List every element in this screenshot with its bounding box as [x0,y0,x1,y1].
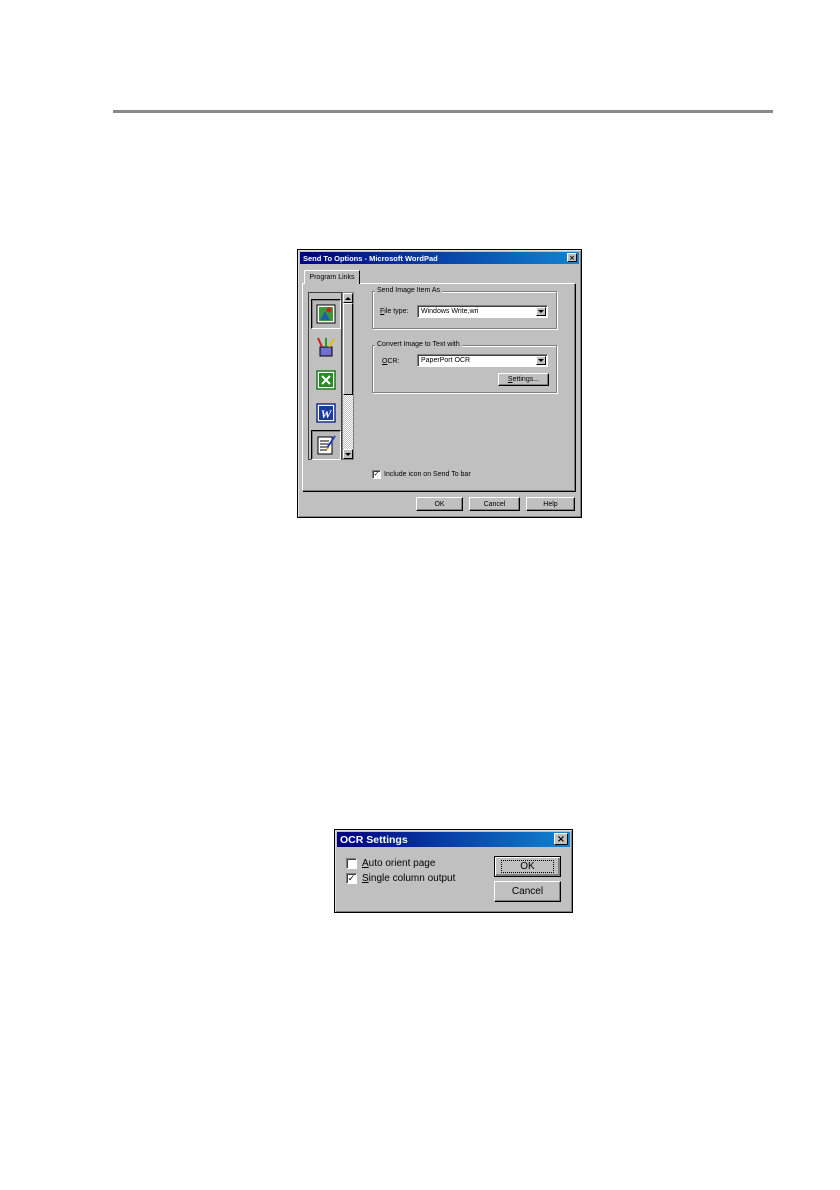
image-editor-icon [316,304,336,324]
icon-list-scrollbar[interactable] [342,292,354,460]
paint-brushes-icon [317,337,335,357]
svg-text:W: W [321,407,333,421]
ok-button[interactable]: OK [494,856,561,877]
list-item[interactable] [311,430,341,460]
tab-label: Program Links [309,274,355,281]
scroll-thumb[interactable] [343,303,353,395]
scroll-down-button[interactable] [343,449,353,459]
list-item[interactable] [311,365,341,395]
window-title: Send To Options - Microsoft WordPad [303,253,438,263]
cancel-button[interactable]: Cancel [494,881,561,902]
scroll-up-button[interactable] [343,293,353,303]
close-icon[interactable]: × [554,833,568,845]
group-label: Convert Image to Text with [375,341,462,348]
section-divider [113,110,773,113]
single-column-label: Single column output [362,873,456,884]
cancel-button-label: Cancel [511,886,544,897]
help-button[interactable]: Help [526,497,575,511]
group-label: Send Image Item As [375,287,443,294]
ocr-settings-dialog: OCR Settings × Auto orient page ✓ Single… [334,829,573,913]
file-type-dropdown[interactable]: Windows Write,wri [417,305,548,318]
list-item[interactable] [311,332,341,362]
cancel-button[interactable]: Cancel [469,497,520,511]
ocr-label: OCR: [382,358,400,365]
ocr-value: PaperPort OCR [421,357,471,364]
ok-button-label: OK [434,500,445,508]
close-icon[interactable]: × [567,253,577,262]
title-bar[interactable]: OCR Settings × [337,832,570,847]
file-type-label: File type: [380,308,409,315]
tab-program-links[interactable]: Program Links [304,270,360,284]
include-icon-label: Include icon on Send To bar [384,471,471,478]
ocr-dropdown[interactable]: PaperPort OCR [417,354,548,367]
chevron-down-icon[interactable] [536,307,546,316]
list-item[interactable] [311,299,341,329]
file-type-value: Windows Write,wri [421,308,479,315]
auto-orient-checkbox[interactable] [346,858,357,869]
title-bar[interactable]: Send To Options - Microsoft WordPad × [300,252,579,264]
cancel-button-label: Cancel [483,500,506,508]
ok-button[interactable]: OK [416,497,463,511]
ok-button-label: OK [501,860,554,873]
chevron-down-icon[interactable] [536,356,546,365]
wordpad-icon [317,435,336,455]
include-icon-checkbox[interactable]: ✓ [372,470,381,479]
list-item[interactable]: W [311,398,341,428]
settings-button[interactable]: Settings... [498,373,549,386]
program-icon-list[interactable]: W [308,292,342,460]
auto-orient-label: Auto orient page [362,858,436,869]
single-column-checkbox[interactable]: ✓ [346,873,357,884]
window-title: OCR Settings [340,833,408,846]
send-to-options-dialog: Send To Options - Microsoft WordPad × Pr… [297,249,582,518]
excel-icon [316,370,336,390]
settings-button-label: Settings... [507,376,540,383]
help-button-label: Help [543,500,558,508]
word-icon: W [316,403,336,423]
